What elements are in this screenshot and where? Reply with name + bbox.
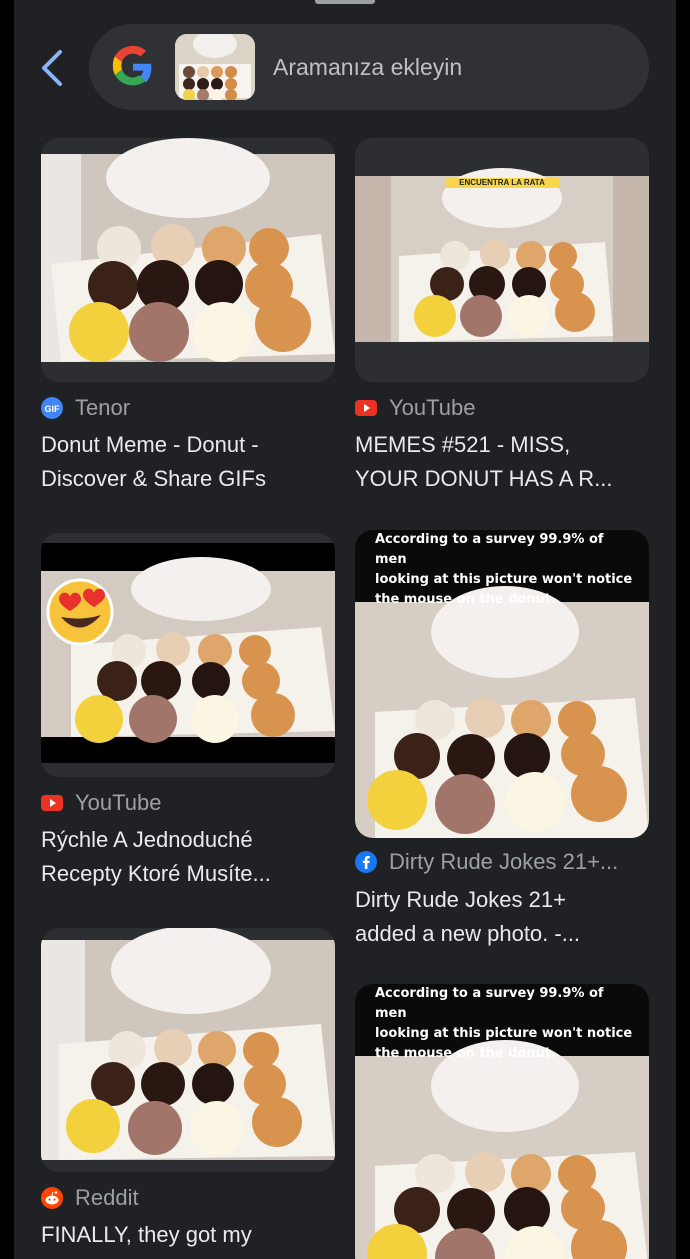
sheet-grabber[interactable]	[315, 0, 375, 4]
search-bar[interactable]: Aramanıza ekleyin	[89, 24, 649, 110]
result-source[interactable]: YouTube	[355, 394, 649, 422]
caption-line: looking at this picture won't notice	[375, 1026, 633, 1041]
source-name: YouTube	[389, 395, 476, 420]
result-source[interactable]: Dirty Rude Jokes 21+...	[355, 848, 649, 876]
image-caption: According to a survey 99.9% of men looki…	[375, 530, 639, 610]
source-name: YouTube	[75, 790, 162, 815]
facebook-icon	[355, 851, 377, 873]
caption-line: looking at this picture won't notice	[375, 572, 633, 587]
result-title[interactable]: Donut Meme - Donut - Discover & Share GI…	[41, 428, 335, 496]
result-source[interactable]: YouTube	[41, 789, 335, 817]
image-banner: ENCUENTRA LA RATA	[445, 178, 559, 188]
title-line: YOUR DONUT HAS A R...	[355, 466, 613, 491]
source-name: Dirty Rude Jokes 21+...	[389, 849, 619, 874]
search-input[interactable]: Aramanıza ekleyin	[273, 54, 462, 81]
image-caption: According to a survey 99.9% of men looki…	[375, 984, 639, 1064]
title-line: FINALLY, they got my	[41, 1222, 252, 1247]
result-title[interactable]: MEMES #521 - MISS, YOUR DONUT HAS A R...	[355, 428, 649, 496]
result-title[interactable]: Dirty Rude Jokes 21+ added a new photo. …	[355, 883, 649, 951]
source-name: Tenor	[75, 395, 131, 420]
caption-line: According to a survey 99.9% of men	[375, 986, 604, 1021]
result-title[interactable]: FINALLY, they got my	[41, 1218, 335, 1252]
title-line: Dirty Rude Jokes 21+	[355, 887, 566, 912]
title-line: Discover & Share GIFs	[41, 466, 266, 491]
result-image[interactable]: According to a survey 99.9% of men looki…	[355, 984, 649, 1259]
caption-line: According to a survey 99.9% of men	[375, 532, 604, 567]
result-image[interactable]	[41, 138, 335, 382]
result-image[interactable]	[41, 928, 335, 1172]
title-line: added a new photo. -...	[355, 921, 581, 946]
result-source[interactable]: GIF Tenor	[41, 394, 335, 422]
title-line: Donut Meme - Donut -	[41, 432, 259, 457]
title-line: MEMES #521 - MISS,	[355, 432, 571, 457]
youtube-icon	[41, 792, 63, 814]
result-image[interactable]	[41, 533, 335, 777]
heart-eyes-emoji-icon	[46, 578, 114, 646]
result-source[interactable]: Reddit	[41, 1184, 335, 1212]
caption-line: the mouse on the donut.	[375, 592, 557, 607]
svg-text:GIF: GIF	[45, 404, 61, 414]
tenor-gif-icon: GIF	[41, 397, 63, 419]
query-image-thumbnail[interactable]	[175, 34, 255, 100]
title-line: Rýchle A Jednoduché	[41, 827, 253, 852]
title-line: Recepty Ktoré Musíte...	[41, 861, 271, 886]
google-logo-icon	[112, 45, 152, 86]
source-name: Reddit	[75, 1185, 139, 1210]
back-button[interactable]	[32, 46, 72, 90]
result-image[interactable]: ENCUENTRA LA RATA	[355, 138, 649, 382]
reddit-icon	[41, 1187, 63, 1209]
caption-line: the mouse on the donut.	[375, 1046, 557, 1061]
chevron-left-icon	[42, 50, 62, 86]
youtube-icon	[355, 397, 377, 419]
result-image[interactable]: According to a survey 99.9% of men looki…	[355, 530, 649, 838]
result-title[interactable]: Rýchle A Jednoduché Recepty Ktoré Musíte…	[41, 823, 335, 891]
results-sheet: Aramanıza ekleyin GIF Tenor Donut Meme -…	[14, 0, 676, 1259]
